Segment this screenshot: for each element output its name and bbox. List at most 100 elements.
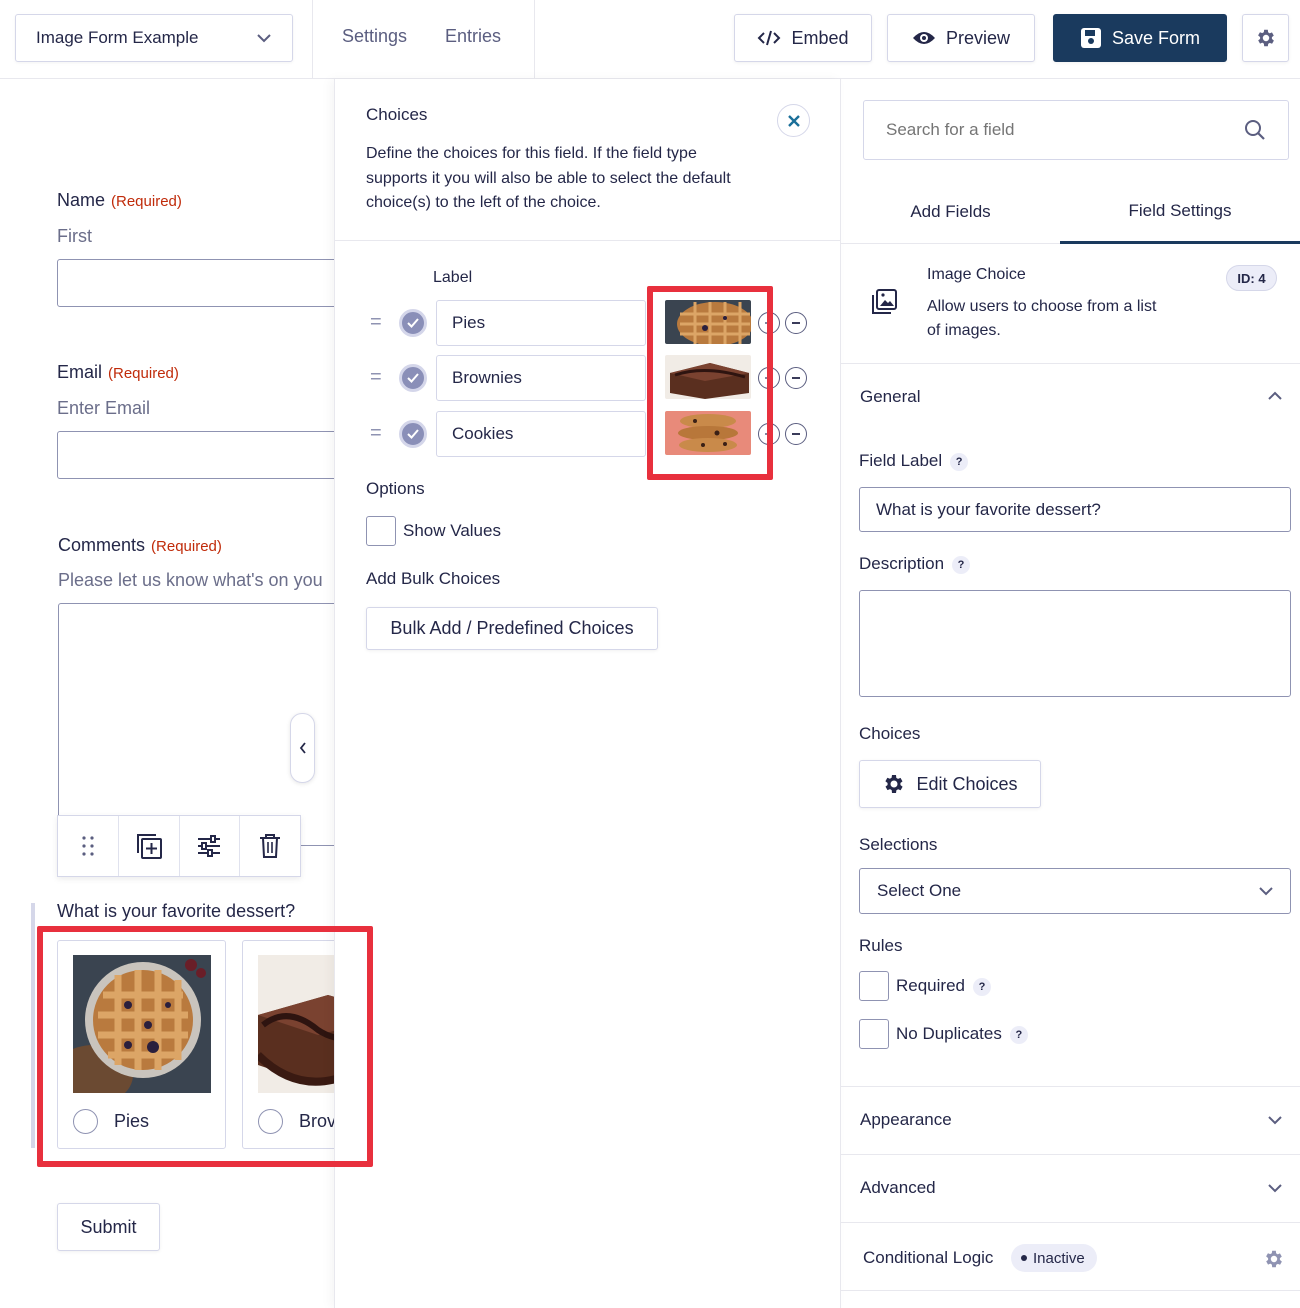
remove-choice-button[interactable] [785, 312, 807, 334]
field-type-title: Image Choice [927, 266, 1026, 283]
checkmark-icon [407, 373, 419, 383]
field-label-title-text: Field Label [859, 451, 943, 470]
description-title: Description? [859, 554, 971, 574]
tab-field-settings[interactable]: Field Settings [1060, 180, 1300, 244]
no-duplicates-checkbox[interactable] [859, 1019, 889, 1049]
nav-entries-link[interactable]: Entries [445, 26, 501, 47]
chevron-up-icon[interactable] [1267, 391, 1283, 401]
field-type-description: Allow users to choose from a list of ima… [927, 295, 1156, 343]
conditional-logic-status: Inactive [1033, 1249, 1085, 1267]
highlight-box [37, 926, 373, 1167]
divider [841, 243, 1060, 244]
tab-add-fields[interactable]: Add Fields [841, 180, 1060, 244]
required-rule-text: Required [896, 976, 965, 995]
no-duplicates-rule-text: No Duplicates [896, 1024, 1002, 1043]
bulk-choices-title: Add Bulk Choices [366, 569, 501, 588]
advanced-section-title[interactable]: Advanced [860, 1178, 936, 1198]
divider [841, 1290, 1300, 1291]
conditional-logic-title[interactable]: Conditional Logic [863, 1248, 993, 1268]
status-dot [1021, 1255, 1027, 1261]
gear-icon [885, 775, 904, 793]
default-choice-checkbox[interactable] [399, 420, 427, 448]
save-icon [1080, 28, 1101, 48]
gear-icon [1257, 29, 1274, 47]
choices-panel-title: Choices [366, 105, 428, 124]
show-values-label: Show Values [403, 521, 501, 540]
edit-choices-button[interactable]: Edit Choices [859, 760, 1041, 808]
help-icon[interactable]: ? [1009, 1025, 1028, 1044]
no-duplicates-rule-label: No Duplicates? [896, 1024, 1028, 1044]
preview-button[interactable]: Preview [887, 14, 1035, 62]
choices-panel [334, 79, 841, 1308]
highlight-box [647, 286, 773, 480]
close-panel-button[interactable] [777, 104, 810, 137]
chevron-down-icon[interactable] [1267, 1183, 1283, 1193]
help-icon[interactable]: ? [952, 555, 971, 574]
gear-icon[interactable] [1263, 1248, 1285, 1270]
help-icon[interactable]: ? [950, 452, 969, 471]
remove-choice-button[interactable] [785, 367, 807, 389]
submit-button[interactable]: Submit [57, 1203, 160, 1251]
chevron-down-icon[interactable] [1267, 1115, 1283, 1125]
rules-title: Rules [859, 936, 903, 955]
chevron-left-icon [299, 742, 306, 754]
field-id-badge: ID: 4 [1226, 265, 1277, 291]
divider [841, 363, 1300, 364]
choice-label-input[interactable]: Pies [436, 300, 646, 346]
embed-label: Embed [791, 27, 849, 48]
required-checkbox[interactable] [859, 971, 889, 1001]
divider [334, 240, 841, 241]
form-settings-button[interactable] [1242, 14, 1289, 62]
description-textarea[interactable] [859, 590, 1291, 697]
minus-icon [792, 322, 800, 324]
save-form-label: Save Form [1111, 27, 1201, 48]
checkmark-icon [407, 429, 419, 439]
general-section-title[interactable]: General [860, 387, 920, 407]
appearance-section-title[interactable]: Appearance [860, 1110, 952, 1130]
help-icon[interactable]: ? [973, 977, 991, 996]
show-values-checkbox[interactable] [366, 516, 396, 546]
divider [534, 0, 535, 79]
choices-label-column-header: Label [433, 269, 473, 286]
checkmark-icon [407, 318, 419, 328]
required-rule-label: Required? [896, 976, 991, 996]
default-choice-checkbox[interactable] [399, 364, 427, 392]
divider [841, 1086, 1300, 1087]
selections-title: Selections [859, 835, 938, 854]
embed-button[interactable]: Embed [734, 14, 872, 62]
bulk-add-button[interactable]: Bulk Add / Predefined Choices [366, 607, 658, 650]
search-icon [1245, 120, 1265, 140]
field-type-description-line: Allow users to choose from a list [927, 298, 1157, 315]
code-icon [758, 30, 781, 46]
selections-select[interactable]: Select One [859, 868, 1291, 914]
minus-icon [792, 377, 800, 379]
field-label-input[interactable]: What is your favorite dessert? [859, 487, 1291, 532]
edit-choices-label: Edit Choices [916, 773, 1018, 794]
divider [841, 1154, 1300, 1155]
divider [841, 1222, 1300, 1223]
choice-label-input[interactable]: Brownies [436, 355, 646, 401]
selections-value: Select One [877, 881, 962, 900]
drag-handle-icon[interactable]: = [370, 366, 382, 389]
drag-handle-icon[interactable]: = [370, 422, 382, 445]
field-search[interactable] [863, 100, 1289, 160]
chevron-down-icon [1259, 887, 1273, 896]
field-search-input[interactable] [886, 120, 1216, 140]
preview-label: Preview [945, 27, 1011, 48]
save-form-button[interactable]: Save Form [1053, 14, 1227, 62]
default-choice-checkbox[interactable] [399, 309, 427, 337]
drag-handle-icon[interactable]: = [370, 311, 382, 334]
field-type-description-line: of images. [927, 322, 1001, 339]
collapse-panel-handle[interactable] [290, 713, 315, 783]
conditional-logic-status-badge: Inactive [1011, 1244, 1097, 1272]
options-title: Options [366, 479, 425, 498]
choices-panel-description: Define the choices for this field. If th… [366, 145, 731, 211]
nav-settings-link[interactable]: Settings [342, 26, 407, 47]
choice-label-input[interactable]: Cookies [436, 411, 646, 457]
image-choice-icon [872, 289, 897, 314]
field-label-title: Field Label? [859, 451, 969, 471]
eye-icon [912, 32, 935, 44]
description-title-text: Description [859, 554, 945, 573]
choices-title: Choices [859, 724, 921, 743]
remove-choice-button[interactable] [785, 423, 807, 445]
